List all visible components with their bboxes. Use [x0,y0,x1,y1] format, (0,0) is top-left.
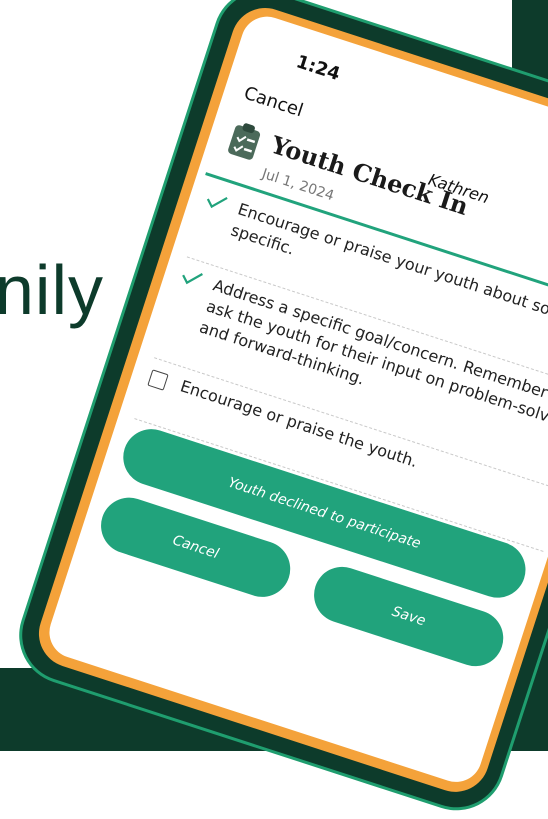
clipboard-check-icon [228,123,261,160]
checkbox[interactable] [147,369,169,391]
tablet-device: 1:24 Cancel Kathren Youth Check In Jul 1… [0,0,548,819]
header-cancel-link[interactable]: Cancel [241,83,305,122]
checkmark-icon [206,196,228,209]
status-time: 1:24 [293,51,343,86]
checkmark-icon [182,273,203,285]
